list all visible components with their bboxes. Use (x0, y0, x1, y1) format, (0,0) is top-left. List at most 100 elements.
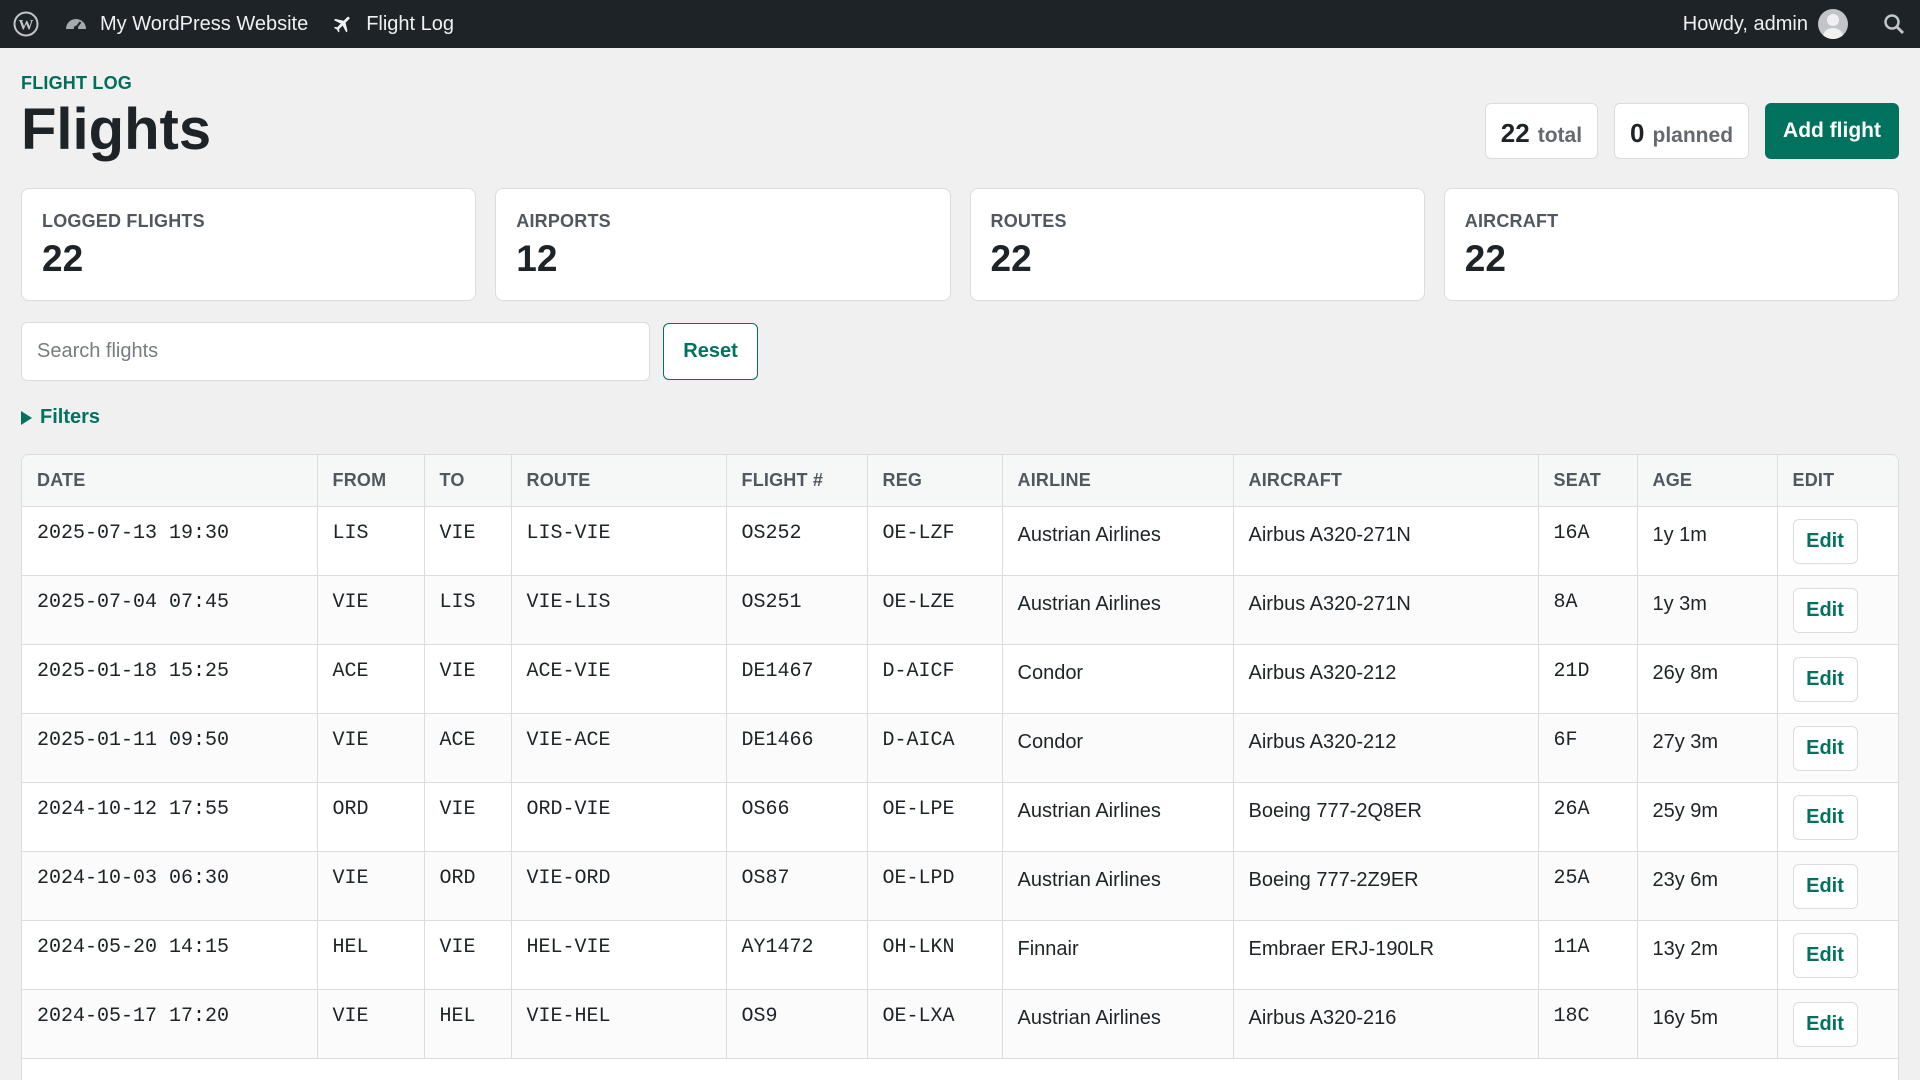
cell-airline: Condor (1002, 713, 1234, 783)
cell-age: 1y 3m (1637, 575, 1778, 645)
table-row: 2024-05-20 14:15 HEL VIE HEL-VIE AY1472 OH-LK… (22, 920, 1898, 990)
edit-button[interactable]: Edit (1792, 725, 1858, 771)
search-icon[interactable] (1868, 0, 1920, 48)
search-row: Reset (21, 322, 758, 381)
column-header-aircraft[interactable]: AIRCRAFT (1233, 455, 1539, 507)
cell-seat: 18C (1538, 989, 1638, 1059)
cell-age: 23y 6m (1637, 851, 1778, 921)
edit-button[interactable]: Edit (1792, 794, 1858, 840)
stat-value: 22 (42, 238, 84, 279)
cell-from: HEL (317, 920, 425, 990)
cell-age: 13y 2m (1637, 920, 1778, 990)
edit-button[interactable]: Edit (1792, 518, 1858, 564)
total-label: total (1537, 124, 1583, 147)
cell-reg: OE-LZF (867, 506, 1003, 576)
filters-toggle[interactable]: Filters (21, 406, 100, 429)
column-header-airline[interactable]: AIRLINE (1002, 455, 1234, 507)
column-header-date[interactable]: DATE (22, 455, 318, 507)
cell-flight-number: OS9 (726, 989, 868, 1059)
cell-edit: Edit (1777, 851, 1898, 921)
cell-aircraft: Embraer ERJ-190LR (1233, 920, 1539, 990)
column-header-to[interactable]: TO (424, 455, 512, 507)
cell-route: VIE-HEL (511, 989, 727, 1059)
cell-edit: Edit (1777, 575, 1898, 645)
stat-card-airports: AIRPORTS 12 (495, 188, 951, 301)
column-header-reg[interactable]: REG (867, 455, 1003, 507)
edit-button[interactable]: Edit (1792, 656, 1858, 702)
cell-edit: Edit (1777, 920, 1898, 990)
cell-to: ACE (424, 713, 512, 783)
cell-from: ORD (317, 782, 425, 852)
column-header-flight-number[interactable]: FLIGHT # (726, 455, 868, 507)
edit-button[interactable]: Edit (1792, 932, 1858, 978)
cell-route: ACE-VIE (511, 644, 727, 714)
stat-value: 22 (990, 238, 1032, 279)
cell-date: 2025-07-04 07:45 (22, 575, 318, 645)
cell-route: VIE-ACE (511, 713, 727, 783)
cell-to: VIE (424, 506, 512, 576)
cell-seat: 6F (1538, 713, 1638, 783)
cell-to: ORD (424, 851, 512, 921)
cell-reg: D-AICF (867, 644, 1003, 714)
table-row: 2025-01-11 09:50 VIE ACE VIE-ACE DE1466 D-AIC… (22, 713, 1898, 783)
table-row: 2025-01-18 15:25 ACE VIE ACE-VIE DE1467 D-AIC… (22, 644, 1898, 714)
cell-aircraft: Boeing 777-2Q8ER (1233, 782, 1539, 852)
search-input[interactable] (21, 322, 650, 381)
add-flight-button[interactable]: Add flight (1765, 103, 1899, 159)
cell-to: VIE (424, 920, 512, 990)
edit-button[interactable]: Edit (1792, 587, 1858, 633)
stats-cards: LOGGED FLIGHTS 22 AIRPORTS 12 ROUTES 22 … (21, 188, 1899, 301)
cell-date: 2024-05-20 14:15 (22, 920, 318, 990)
table-row: 2025-07-13 19:30 LIS VIE LIS-VIE OS252 OE-LZF… (22, 506, 1898, 576)
cell-seat: 8A (1538, 575, 1638, 645)
column-header-route[interactable]: ROUTE (511, 455, 727, 507)
column-header-from[interactable]: FROM (317, 455, 425, 507)
cell-flight-number: DE1467 (726, 644, 868, 714)
cell-date: 2025-07-13 19:30 (22, 506, 318, 576)
flights-table-container: DATE FROM TO ROUTE FLIGHT # REG AIRLINE … (21, 454, 1899, 1080)
wordpress-logo-icon[interactable]: W (0, 0, 52, 48)
cell-reg: OE-LXA (867, 989, 1003, 1059)
table-header-row: DATE FROM TO ROUTE FLIGHT # REG AIRLINE … (22, 455, 1898, 507)
cell-flight-number: AY1472 (726, 920, 868, 990)
cell-from: LIS (317, 506, 425, 576)
reset-button[interactable]: Reset (663, 323, 758, 380)
cell-aircraft: Boeing 777-2Z9ER (1233, 851, 1539, 921)
cell-edit: Edit (1777, 713, 1898, 783)
column-header-age[interactable]: AGE (1637, 455, 1778, 507)
site-name-link[interactable]: My WordPress Website (52, 0, 322, 48)
cell-airline: Austrian Airlines (1002, 575, 1234, 645)
edit-button[interactable]: Edit (1792, 1001, 1858, 1047)
dashboard-icon (64, 13, 88, 35)
stat-card-routes: ROUTES 22 (969, 188, 1425, 301)
cell-to: LIS (424, 575, 512, 645)
cell-from: VIE (317, 575, 425, 645)
cell-edit: Edit (1777, 782, 1898, 852)
table-row: 2025-07-04 07:45 VIE LIS VIE-LIS OS251 OE-LZE… (22, 575, 1898, 645)
cell-from: VIE (317, 851, 425, 921)
admin-bar: W My WordPress Website Flight Log Howdy,… (0, 0, 1920, 48)
cell-route: HEL-VIE (511, 920, 727, 990)
cell-from: ACE (317, 644, 425, 714)
edit-button[interactable]: Edit (1792, 863, 1858, 909)
howdy-label[interactable]: Howdy, admin (1683, 0, 1818, 48)
cell-airline: Austrian Airlines (1002, 506, 1234, 576)
cell-route: LIS-VIE (511, 506, 727, 576)
flight-log-link[interactable]: Flight Log (322, 0, 464, 48)
stat-card-aircraft: AIRCRAFT 22 (1443, 188, 1899, 301)
cell-airline: Condor (1002, 644, 1234, 714)
cell-age: 25y 9m (1637, 782, 1778, 852)
cell-airline: Austrian Airlines (1002, 782, 1234, 852)
table-row: 2024-05-17 17:20 VIE HEL VIE-HEL OS9 OE-LXA Au… (22, 989, 1898, 1059)
cell-flight-number: OS251 (726, 575, 868, 645)
column-header-seat[interactable]: SEAT (1538, 455, 1638, 507)
flight-log-label: Flight Log (366, 12, 455, 35)
cell-from: VIE (317, 713, 425, 783)
table-row: 2024-10-12 17:55 ORD VIE ORD-VIE OS66 OE-LPE A… (22, 782, 1898, 852)
avatar[interactable] (1818, 9, 1848, 39)
cell-edit: Edit (1777, 644, 1898, 714)
flights-table: DATE FROM TO ROUTE FLIGHT # REG AIRLINE … (22, 455, 1898, 1059)
page-title: Flights (21, 97, 212, 162)
site-name-label: My WordPress Website (100, 12, 309, 35)
cell-seat: 25A (1538, 851, 1638, 921)
